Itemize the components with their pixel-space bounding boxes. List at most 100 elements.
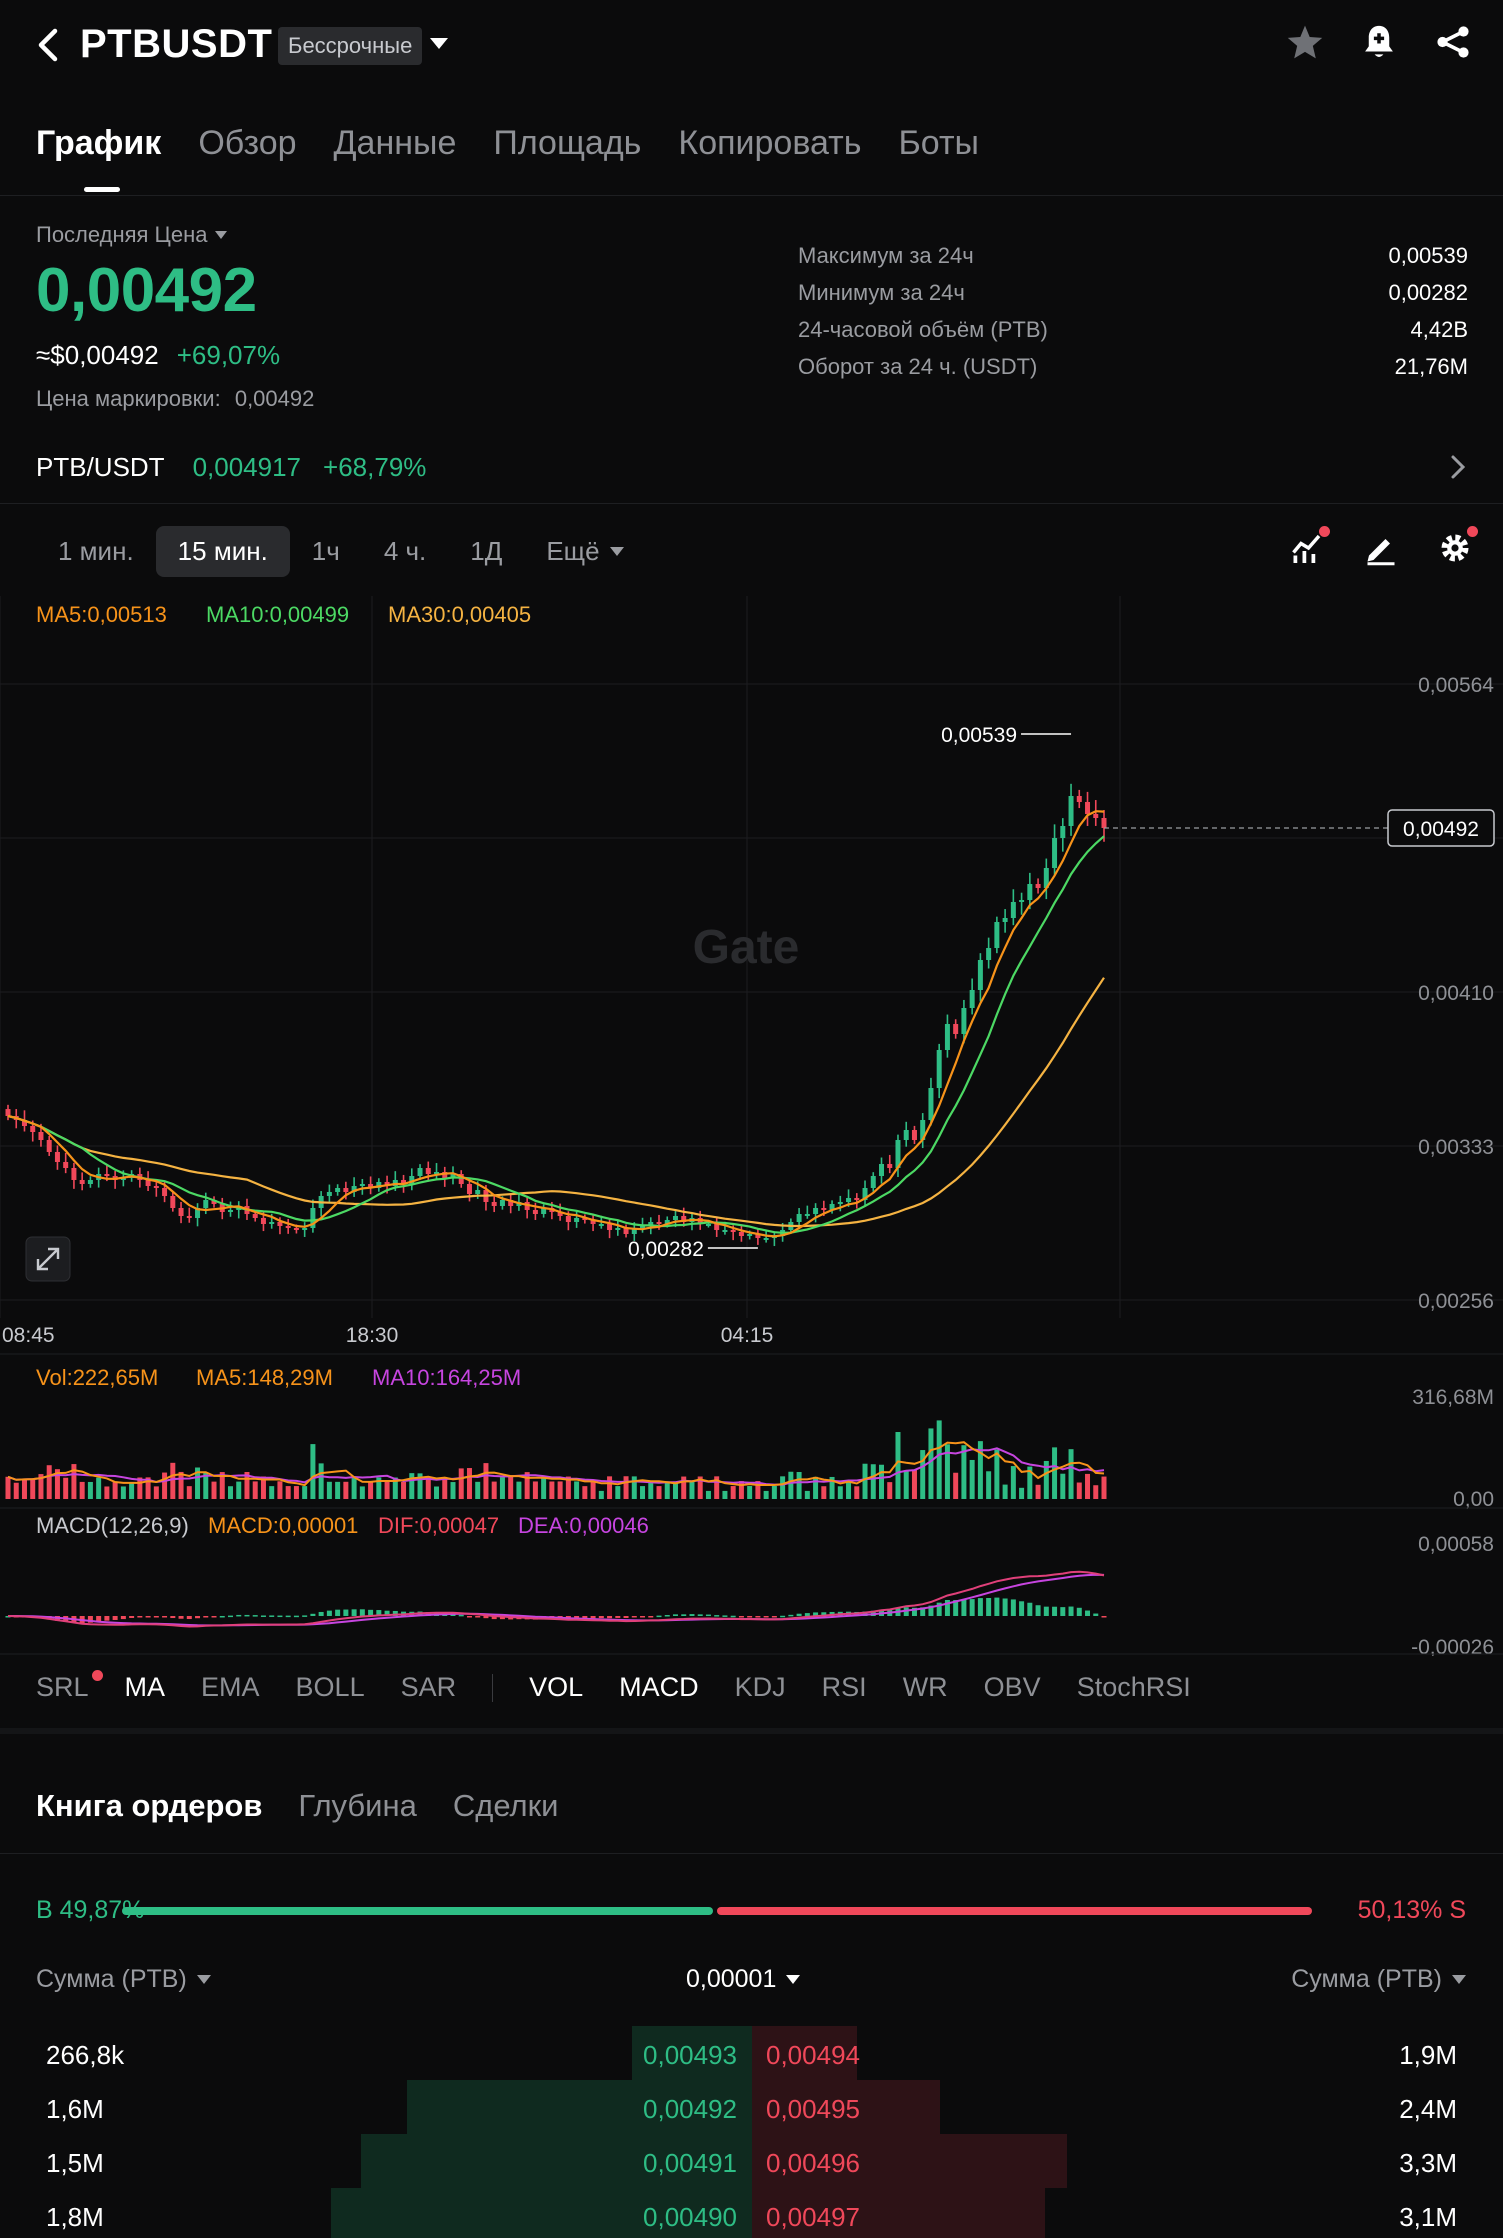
volume-bar [475, 1481, 481, 1499]
settings-gear-icon[interactable] [1437, 526, 1478, 566]
volume-bar [178, 1471, 184, 1499]
tab-depth[interactable]: Глубина [298, 1788, 416, 1824]
candle-body [491, 1202, 497, 1206]
tf-1m[interactable]: 1 мин. [36, 526, 156, 577]
ind-srl[interactable]: SRL [36, 1670, 103, 1703]
volume-bar [953, 1472, 959, 1499]
ask-price[interactable]: 0,00497 [766, 2202, 860, 2233]
volume-bar [1076, 1482, 1082, 1499]
tab-bots[interactable]: Боты [898, 124, 978, 163]
macd-title: MACD(12,26,9) [36, 1513, 189, 1538]
macd-histogram-bar [260, 1615, 266, 1617]
ma30-legend: MA30:0,00405 [388, 602, 531, 627]
symbol-title[interactable]: PTBUSDT [80, 22, 272, 67]
volume-bar [879, 1464, 885, 1499]
ind-macd[interactable]: MACD [619, 1672, 699, 1703]
tab-orderbook[interactable]: Книга ордеров [36, 1788, 262, 1824]
back-icon[interactable] [28, 22, 68, 68]
star-icon[interactable] [1285, 22, 1325, 62]
bid-price[interactable]: 0,00493 [643, 2040, 737, 2071]
bid-price[interactable]: 0,00492 [643, 2094, 737, 2125]
macd-histogram-bar [640, 1616, 646, 1618]
candle-body [763, 1238, 769, 1240]
tab-overview[interactable]: Обзор [198, 124, 296, 163]
volume-bar [104, 1486, 110, 1499]
last-price-label-row[interactable]: Последняя Цена [36, 222, 228, 248]
candle-body [953, 1024, 959, 1034]
orderbook-row[interactable]: 266,8k 0,00493 0,00494 1,9M [0, 2026, 1503, 2080]
mark-price-line: Цена маркировки: 0,00492 [36, 386, 314, 412]
ind-sar[interactable]: SAR [401, 1672, 457, 1703]
ask-price[interactable]: 0,00495 [766, 2094, 860, 2125]
bid-price[interactable]: 0,00491 [643, 2148, 737, 2179]
ind-obv[interactable]: OBV [984, 1672, 1041, 1703]
ind-rsi[interactable]: RSI [822, 1672, 867, 1703]
tf-1h[interactable]: 1ч [290, 526, 362, 577]
macd-histogram-bar [771, 1616, 777, 1618]
volume-bar [1085, 1473, 1091, 1499]
col-sell-amount[interactable]: Сумма (PTB) [1291, 1965, 1466, 1994]
bell-plus-icon[interactable] [1359, 22, 1399, 62]
candle-body [944, 1024, 950, 1050]
volume-bar [648, 1481, 654, 1499]
candle-body [499, 1200, 505, 1206]
candle-body [532, 1210, 538, 1214]
candle-body [969, 990, 975, 1008]
volume-bar [796, 1472, 802, 1499]
macd-histogram-bar [780, 1615, 786, 1618]
macd-histogram-bar [994, 1597, 1000, 1616]
section-divider [0, 1728, 1503, 1734]
chevron-down-icon[interactable] [430, 38, 448, 49]
ask-price[interactable]: 0,00496 [766, 2148, 860, 2179]
tf-15m[interactable]: 15 мин. [155, 525, 290, 577]
macd-histogram-bar [590, 1616, 596, 1619]
candlestick-chart[interactable]: MA5:0,00513 MA10:0,00499 MA30:0,00405 Gate 0… [0, 596, 1503, 1656]
volume-bar [277, 1481, 283, 1499]
orderbook-row[interactable]: 1,8M 0,00490 0,00497 3,1M [0, 2188, 1503, 2238]
volume-bar [730, 1486, 736, 1499]
volume-bar [491, 1481, 497, 1499]
candle-body [1002, 918, 1008, 922]
tab-data[interactable]: Данные [334, 124, 457, 163]
macd-histogram-bar [227, 1615, 233, 1618]
ind-kdj[interactable]: KDJ [735, 1672, 786, 1703]
macd-histogram-bar [120, 1616, 126, 1620]
tab-copy[interactable]: Копировать [678, 124, 861, 163]
ind-boll[interactable]: BOLL [296, 1672, 365, 1703]
contract-type-badge[interactable]: Бессрочные [278, 27, 423, 65]
volume-bar [409, 1473, 415, 1499]
notification-dot [1319, 526, 1330, 537]
bid-price[interactable]: 0,00490 [643, 2202, 737, 2233]
orderbook-row[interactable]: 1,6M 0,00492 0,00495 2,4M [0, 2080, 1503, 2134]
tab-square[interactable]: Площадь [493, 124, 641, 163]
share-icon[interactable] [1433, 22, 1473, 62]
volume-bar [689, 1481, 695, 1499]
candle-body [425, 1168, 431, 1174]
price-precision-dropdown[interactable]: 0,00001 [686, 1965, 801, 1994]
volume-bar [1093, 1485, 1099, 1499]
indicator-icon[interactable] [1289, 526, 1330, 566]
ind-vol[interactable]: VOL [529, 1672, 583, 1703]
spot-pair-price: 0,004917 [192, 452, 302, 482]
ind-wr[interactable]: WR [903, 1672, 948, 1703]
volume-bar [870, 1464, 876, 1499]
last-price-label: Последняя Цена [36, 222, 208, 247]
ind-ema[interactable]: EMA [201, 1672, 260, 1703]
tf-1d[interactable]: 1Д [448, 526, 524, 577]
volume-bar [862, 1463, 868, 1499]
orderbook-row[interactable]: 1,5M 0,00491 0,00496 3,3M [0, 2134, 1503, 2188]
volume-bar [854, 1486, 860, 1499]
ask-price[interactable]: 0,00494 [766, 2040, 860, 2071]
tf-more-dropdown[interactable]: Ещё [524, 526, 645, 577]
tab-trades[interactable]: Сделки [453, 1788, 559, 1824]
col-buy-amount[interactable]: Сумма (PTB) [36, 1965, 211, 1994]
tf-4h[interactable]: 4 ч. [362, 526, 448, 577]
ind-stochrsi[interactable]: StochRSI [1077, 1672, 1191, 1703]
macd-histogram-bar [475, 1616, 481, 1618]
spot-pair-row[interactable]: PTB/USDT 0,004917 +68,79% [36, 452, 1466, 483]
price-tick-label: 0,00256 [1418, 1290, 1494, 1313]
draw-pen-icon[interactable] [1363, 530, 1399, 566]
tab-chart[interactable]: График [36, 124, 161, 163]
ind-ma[interactable]: MA [125, 1672, 166, 1703]
macd-histogram-bar [705, 1614, 711, 1617]
